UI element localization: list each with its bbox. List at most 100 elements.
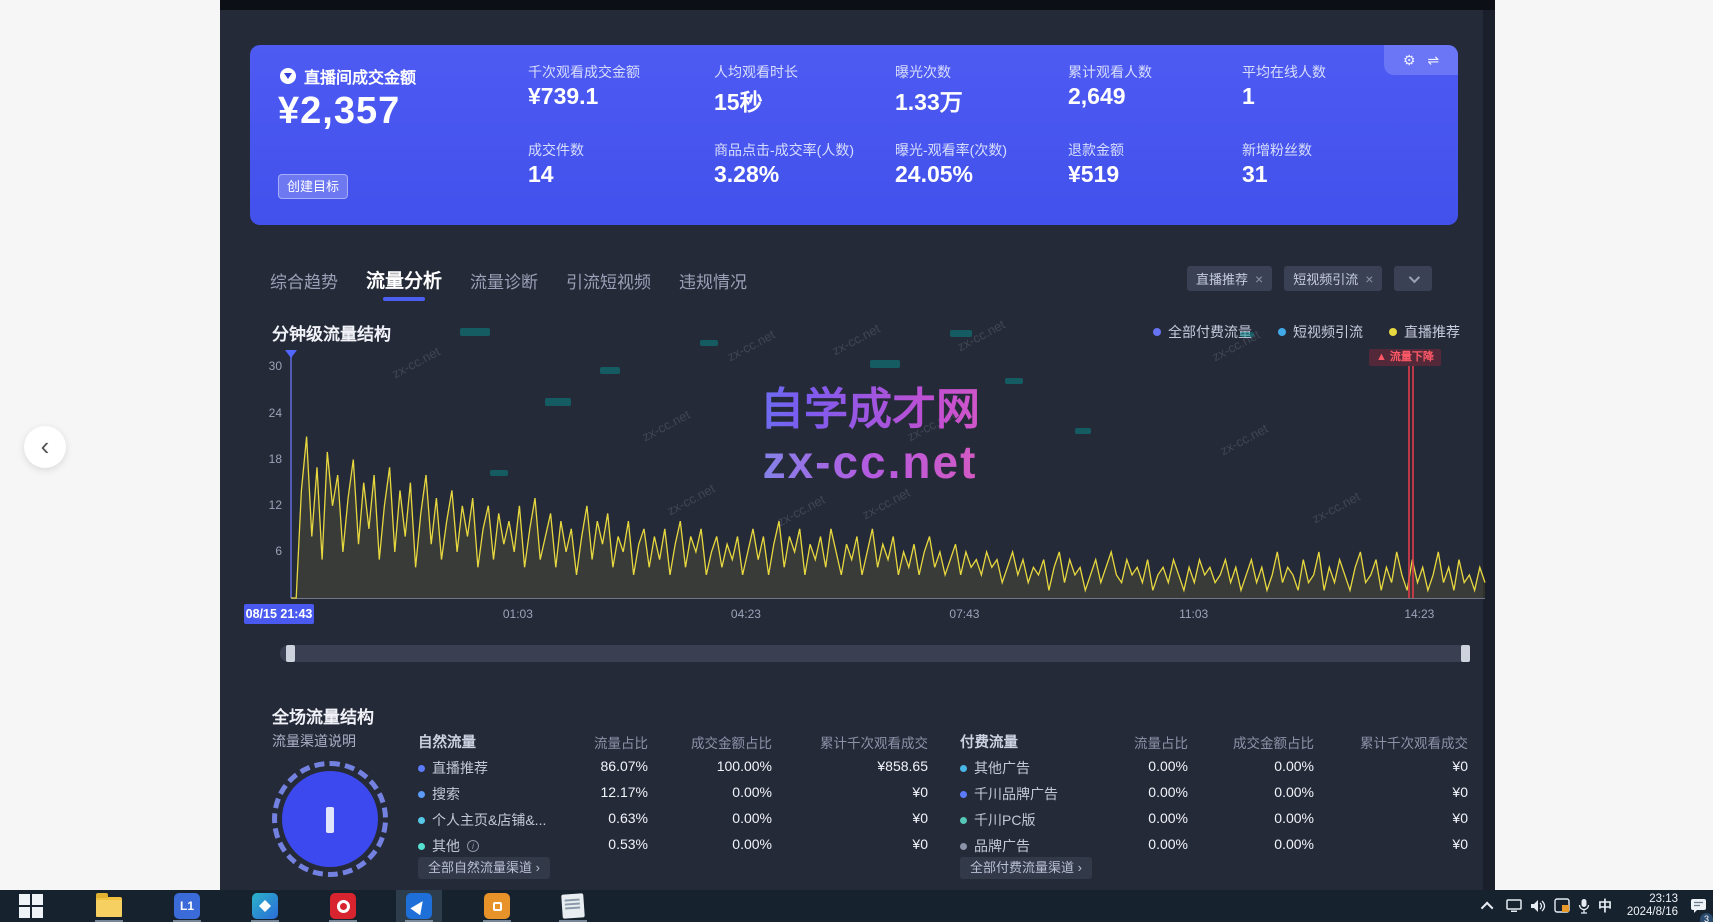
x-axis-tick: 08/15 21:43 [244, 604, 314, 624]
x-axis-tick: 11:03 [1159, 607, 1229, 621]
chart-range-scrollbar[interactable] [280, 645, 1470, 662]
row-dot [418, 817, 425, 824]
table-cell-value: 0.00% [642, 810, 772, 826]
table-cell-value: 100.00% [642, 758, 772, 774]
swap-icon[interactable]: ⇌ [1427, 52, 1439, 69]
metric-label: 人均观看时长 [714, 62, 798, 82]
metric-label: 累计观看人数 [1068, 62, 1152, 82]
table-cell-value: ¥858.65 [798, 758, 928, 774]
column-header: 成交金额占比 [622, 732, 772, 752]
metric-value: 1.33万 [895, 83, 963, 117]
row-label-text: 其他 [432, 836, 460, 856]
back-button[interactable]: ‹ [24, 426, 66, 468]
card-corner-toolbar[interactable]: ⚙ ⇌ [1384, 45, 1458, 75]
metric-label: 曝光-观看率(次数) [895, 140, 1007, 160]
row-label-text: 直播推荐 [432, 758, 488, 778]
metric-value: 3.28% [714, 161, 779, 188]
legend-item[interactable]: 短视频引流 [1278, 322, 1363, 342]
filter-chip[interactable]: 直播推荐× [1187, 266, 1272, 291]
filter-chip[interactable]: 短视频引流 × [1284, 266, 1382, 291]
chip-close-icon[interactable]: × [1255, 271, 1263, 287]
gear-icon[interactable]: ⚙ [1403, 52, 1416, 69]
card-title-row: 直播间成交金额 [280, 64, 416, 88]
compass-app-icon[interactable] [252, 893, 278, 919]
table-row-label[interactable]: 其他 i [418, 836, 479, 856]
table-cell-value: 0.00% [642, 836, 772, 852]
l1-app-icon[interactable]: L1 [174, 893, 200, 919]
table-row-label[interactable]: 搜索 [418, 784, 460, 804]
clock[interactable]: 23:132024/8/16 [1620, 890, 1678, 922]
notepad-icon[interactable] [560, 893, 586, 919]
row-dot [418, 765, 425, 772]
tab-引流短视频[interactable]: 引流短视频 [566, 268, 651, 303]
y-axis-tick: 30 [248, 359, 282, 373]
app-tray-icon[interactable] [1554, 890, 1571, 922]
tab-流量分析[interactable]: 流量分析 [366, 266, 442, 303]
column-header: 累计千次观看成交 [1318, 732, 1468, 752]
table-row-label[interactable]: 品牌广告 [960, 836, 1030, 856]
table-row-label[interactable]: 千川品牌广告 [960, 784, 1058, 804]
taskbar-indicator [95, 920, 123, 922]
traffic-donut-chart [272, 761, 388, 877]
table-cell-value: ¥0 [1338, 810, 1468, 826]
video-artifact [870, 360, 900, 368]
taskbar-indicator [483, 920, 511, 922]
table-cell-value: 0.00% [1184, 758, 1314, 774]
table-cell-value: 0.00% [1058, 810, 1188, 826]
chip-close-icon[interactable]: × [1365, 271, 1373, 287]
browser-red-icon[interactable] [330, 893, 356, 919]
taskbar-indicator [251, 920, 279, 922]
explorer-icon[interactable] [96, 893, 122, 919]
table-row-label[interactable]: 千川PC版 [960, 810, 1035, 830]
speaker-icon[interactable] [1530, 890, 1547, 922]
notification-icon[interactable]: 3 [1690, 890, 1708, 922]
table-row-label[interactable]: 直播推荐 [418, 758, 488, 778]
table-footer-link[interactable]: 全部付费流量渠道 › [960, 857, 1092, 879]
tab-违规情况[interactable]: 违规情况 [679, 268, 747, 303]
legend-label: 短视频引流 [1293, 322, 1363, 342]
tab-流量诊断[interactable]: 流量诊断 [470, 268, 538, 303]
goal-icon [280, 68, 296, 84]
table-row-label[interactable]: 其他广告 [960, 758, 1030, 778]
filter-dropdown[interactable] [1394, 266, 1432, 291]
alert-badge[interactable]: ▲ 流量下降 [1369, 349, 1441, 366]
table-cell-value: 0.00% [1058, 784, 1188, 800]
legend-item[interactable]: 直播推荐 [1389, 322, 1460, 342]
x-axis-tick: 01:03 [483, 607, 553, 621]
table-cell-value: ¥0 [1338, 758, 1468, 774]
start-icon[interactable] [18, 893, 44, 919]
info-icon[interactable]: i [467, 840, 479, 852]
table-cell-value: ¥0 [798, 836, 928, 852]
video-artifact [700, 340, 718, 346]
table-footer-link[interactable]: 全部自然流量渠道 › [418, 857, 550, 879]
x-axis-tick: 04:23 [711, 607, 781, 621]
tab-综合趋势[interactable]: 综合趋势 [270, 268, 338, 303]
filter-chip-label: 短视频引流 [1293, 269, 1358, 288]
create-goal-button[interactable]: 创建目标 [278, 174, 348, 199]
screen: ‹ ⚙ ⇌ 直播间成交金额 ¥2,357 创建目标 千次观看成交金额¥739.1… [0, 0, 1713, 922]
tray-expand-icon[interactable] [1484, 890, 1502, 922]
range-handle-right[interactable] [1461, 645, 1470, 662]
table-cell-value: 0.00% [1184, 836, 1314, 852]
table-cell-value: ¥0 [798, 810, 928, 826]
video-artifact [460, 328, 490, 336]
orange-app-icon[interactable] [484, 893, 510, 919]
x-axis-line [291, 598, 1485, 599]
ime-indicator[interactable]: 中 [1598, 890, 1612, 922]
video-artifact [600, 367, 620, 374]
table-name: 自然流量 [418, 731, 476, 752]
range-handle-left[interactable] [286, 645, 295, 662]
table-cell-value: 0.00% [1058, 758, 1188, 774]
table-cell-value: 12.17% [518, 784, 648, 800]
video-top-strip [220, 0, 1495, 10]
legend-dot [1153, 328, 1161, 336]
watermark-line2: zx-cc.net [660, 436, 1080, 489]
table-cell-value: 0.00% [1184, 784, 1314, 800]
pointer-app-icon[interactable] [406, 893, 432, 919]
taskbar-indicator [405, 920, 433, 922]
channel-info-link[interactable]: 流量渠道说明 [272, 731, 356, 751]
table-cell-value: ¥0 [1338, 836, 1468, 852]
network-icon[interactable] [1506, 890, 1524, 922]
metric-value: 2,649 [1068, 83, 1126, 110]
microphone-icon[interactable] [1578, 890, 1590, 922]
